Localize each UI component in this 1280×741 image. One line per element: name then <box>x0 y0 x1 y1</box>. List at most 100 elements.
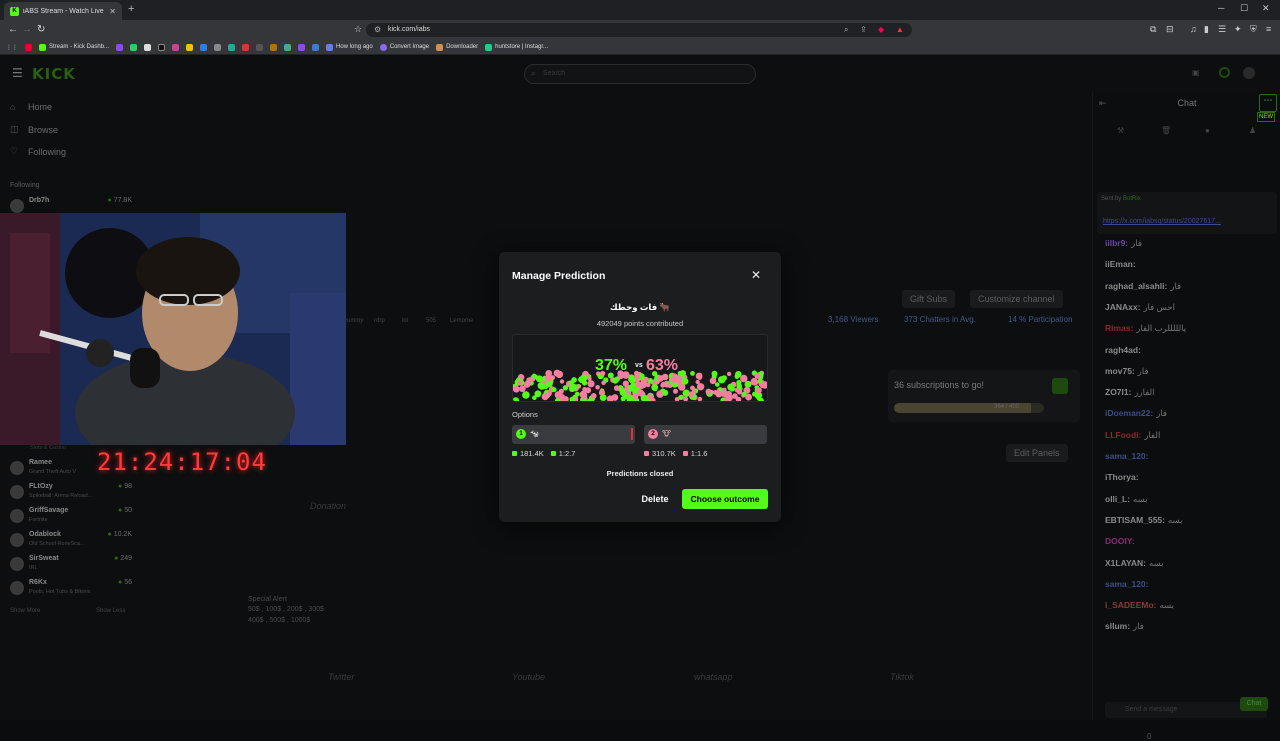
chat-username[interactable]: iilbr9: <box>1105 238 1128 248</box>
history-icon[interactable]: ⊟ <box>1166 24 1174 35</box>
avatar[interactable] <box>1243 67 1255 79</box>
new-tab-icon[interactable]: + <box>128 3 134 15</box>
nav-following[interactable]: ♡ Following <box>10 146 66 157</box>
pinned-link[interactable]: https://x.com/iabsq/status/20027617... <box>1103 218 1221 225</box>
whatsapp-icon[interactable] <box>130 43 138 51</box>
site-info-icon[interactable]: ⚙ <box>374 23 381 37</box>
chat-username[interactable]: EBTISAM_555: <box>1105 515 1165 525</box>
whatsapp-panel[interactable]: whatsapp <box>694 672 733 682</box>
leo-icon[interactable]: ✦ <box>1234 24 1242 35</box>
reload-icon[interactable]: ↻ <box>37 24 45 35</box>
chat-username[interactable]: olli_L: <box>1105 494 1130 504</box>
donation-panel[interactable]: Donation <box>310 501 346 511</box>
pin-icon[interactable]: ⚒ <box>1117 126 1124 135</box>
kick-logo[interactable]: KICK <box>32 65 76 83</box>
bookmark-icon-7[interactable] <box>256 43 264 51</box>
chat-username[interactable]: JANAxx: <box>1105 302 1140 312</box>
forward-icon[interactable]: → <box>22 24 32 35</box>
kick-status-icon[interactable] <box>1219 67 1230 78</box>
chat-username[interactable]: mov75: <box>1105 366 1135 376</box>
twitter-panel[interactable]: Twitter <box>328 672 354 682</box>
chat-username[interactable]: iDoeman22: <box>1105 408 1153 418</box>
tab-close-icon[interactable]: ✕ <box>109 7 116 16</box>
gift-icon[interactable] <box>1052 378 1068 394</box>
choose-outcome-button[interactable]: Choose outcome <box>682 489 768 509</box>
maximize-icon[interactable]: ☐ <box>1240 3 1248 14</box>
bookmark-huntstore[interactable]: huntstore | Instagr... <box>485 43 548 51</box>
close-icon[interactable]: ✕ <box>751 268 761 282</box>
rewards-icon[interactable]: ▲ <box>896 23 904 37</box>
chat-username[interactable]: X1LAYAN: <box>1105 558 1146 568</box>
chat-username[interactable]: ZO7l1: <box>1105 387 1131 397</box>
chat-username[interactable]: iThorya: <box>1105 472 1139 482</box>
sidebar-channel[interactable]: Odablock Old School RuneSca... ● 10.2K <box>10 530 134 554</box>
bookmark-convert-image[interactable]: Convert Image <box>379 43 429 51</box>
vpn-icon[interactable]: ⛨ <box>1250 24 1257 35</box>
chat-username[interactable]: ragh4ad: <box>1105 345 1141 355</box>
show-more-link[interactable]: Show More <box>10 608 40 614</box>
bookmark-icon-4[interactable] <box>200 43 208 51</box>
chat-username[interactable]: DOOIY: <box>1105 536 1135 546</box>
delete-button[interactable]: Delete <box>636 489 674 509</box>
bookmark-icon-6[interactable] <box>228 43 236 51</box>
menu-icon[interactable]: ≡ <box>1266 24 1271 34</box>
back-icon[interactable]: ← <box>8 24 18 35</box>
search-input[interactable]: ⌕ Search <box>524 64 756 84</box>
close-window-icon[interactable]: ✕ <box>1262 3 1270 14</box>
bookmark-icon-9[interactable] <box>284 43 292 51</box>
nav-browse[interactable]: ◫ Browse <box>10 124 58 135</box>
brave-shield-icon[interactable]: ◆ <box>878 23 884 37</box>
instagram-icon[interactable] <box>172 43 180 51</box>
apps-icon[interactable]: ⋮⋮ <box>6 44 18 51</box>
customize-channel-button[interactable]: Customize channel <box>970 290 1063 308</box>
sidebar-channel[interactable]: R6Kx Pools, Hot Tubs & Bikinis ● 56 <box>10 578 134 602</box>
extensions-icon[interactable]: ⧉ <box>1150 24 1156 35</box>
bookmark-icon-11[interactable] <box>312 43 320 51</box>
youtube-panel[interactable]: Youtube <box>512 672 545 682</box>
nav-home[interactable]: ⌂ Home <box>10 102 52 112</box>
chat-username[interactable]: LLFoodi: <box>1105 430 1141 440</box>
chat-send-button[interactable]: Chat <box>1240 697 1268 711</box>
notifications-icon[interactable]: ▣ <box>1192 68 1200 77</box>
media-icon[interactable]: ♫ <box>1190 24 1197 34</box>
tag[interactable]: Lemome <box>450 318 473 324</box>
bookmark-icon-2[interactable] <box>116 43 124 51</box>
sidebar-channel[interactable]: GriffSavage Fortnite ● 50 <box>10 506 134 530</box>
tag[interactable]: lol <box>402 318 408 324</box>
zoom-icon[interactable]: ⌕ <box>844 23 848 37</box>
chat-username[interactable]: i_SADEEMo: <box>1105 600 1156 610</box>
url-field[interactable]: ⚙ kick.com/iabs ⌕ ⇪ ◆ ▲ <box>366 23 912 37</box>
edit-panels-button[interactable]: Edit Panels <box>1006 444 1068 462</box>
chat-username[interactable]: sllum: <box>1105 621 1130 631</box>
pinned-message[interactable]: Sent by BotRix https://x.com/iabsq/statu… <box>1097 192 1277 234</box>
sidebar-channel[interactable]: FLtOzy Spikeball: Arena Reload... ● 98 <box>10 482 134 506</box>
browser-tab[interactable]: K iABS Stream - Watch Live on Kick ✕ <box>4 2 122 20</box>
sidebar-toggle-icon[interactable]: ▮ <box>1204 24 1209 35</box>
bookmark-how-long-ago[interactable]: How long ago <box>326 43 373 51</box>
bookmark-icon-3[interactable] <box>186 43 194 51</box>
chat-username[interactable]: sama_120: <box>1105 579 1148 589</box>
bookmark-icon-1[interactable] <box>25 43 32 51</box>
chat-username[interactable]: raghad_alsahli: <box>1105 281 1167 291</box>
bookmark-downloader[interactable]: Downloader <box>436 43 478 51</box>
sidebar-channel[interactable]: SirSweat IRL ● 249 <box>10 554 134 578</box>
tag[interactable]: yummy <box>344 318 363 324</box>
chat-username[interactable]: sama_120: <box>1105 451 1148 461</box>
chat-bubble-icon[interactable]: ● <box>1205 126 1210 135</box>
tag[interactable]: 505 <box>426 318 436 324</box>
option-2[interactable]: 2 🐮 <box>644 425 767 444</box>
bookmark-kick-dashboard[interactable]: Stream - Kick Dashb... <box>39 43 109 51</box>
bookmark-icon-5[interactable] <box>214 43 222 51</box>
more-options-icon[interactable]: ⋯ <box>1259 94 1277 112</box>
bookmark-star-icon[interactable]: ☆ <box>354 24 362 35</box>
show-less-link[interactable]: Show Less <box>96 608 125 614</box>
hamburger-menu-icon[interactable]: ☰ <box>12 66 23 80</box>
trash-icon[interactable]: 🗑 <box>1161 126 1171 135</box>
x-icon[interactable] <box>144 43 152 51</box>
tiktok-panel[interactable]: Tiktok <box>890 672 914 682</box>
youtube-icon[interactable] <box>242 43 250 51</box>
tag[interactable]: rdrp <box>374 318 385 324</box>
option-1[interactable]: 1 🐄 <box>512 425 635 444</box>
reading-list-icon[interactable]: ☰ <box>1218 24 1226 35</box>
bookmark-icon-10[interactable] <box>298 43 306 51</box>
